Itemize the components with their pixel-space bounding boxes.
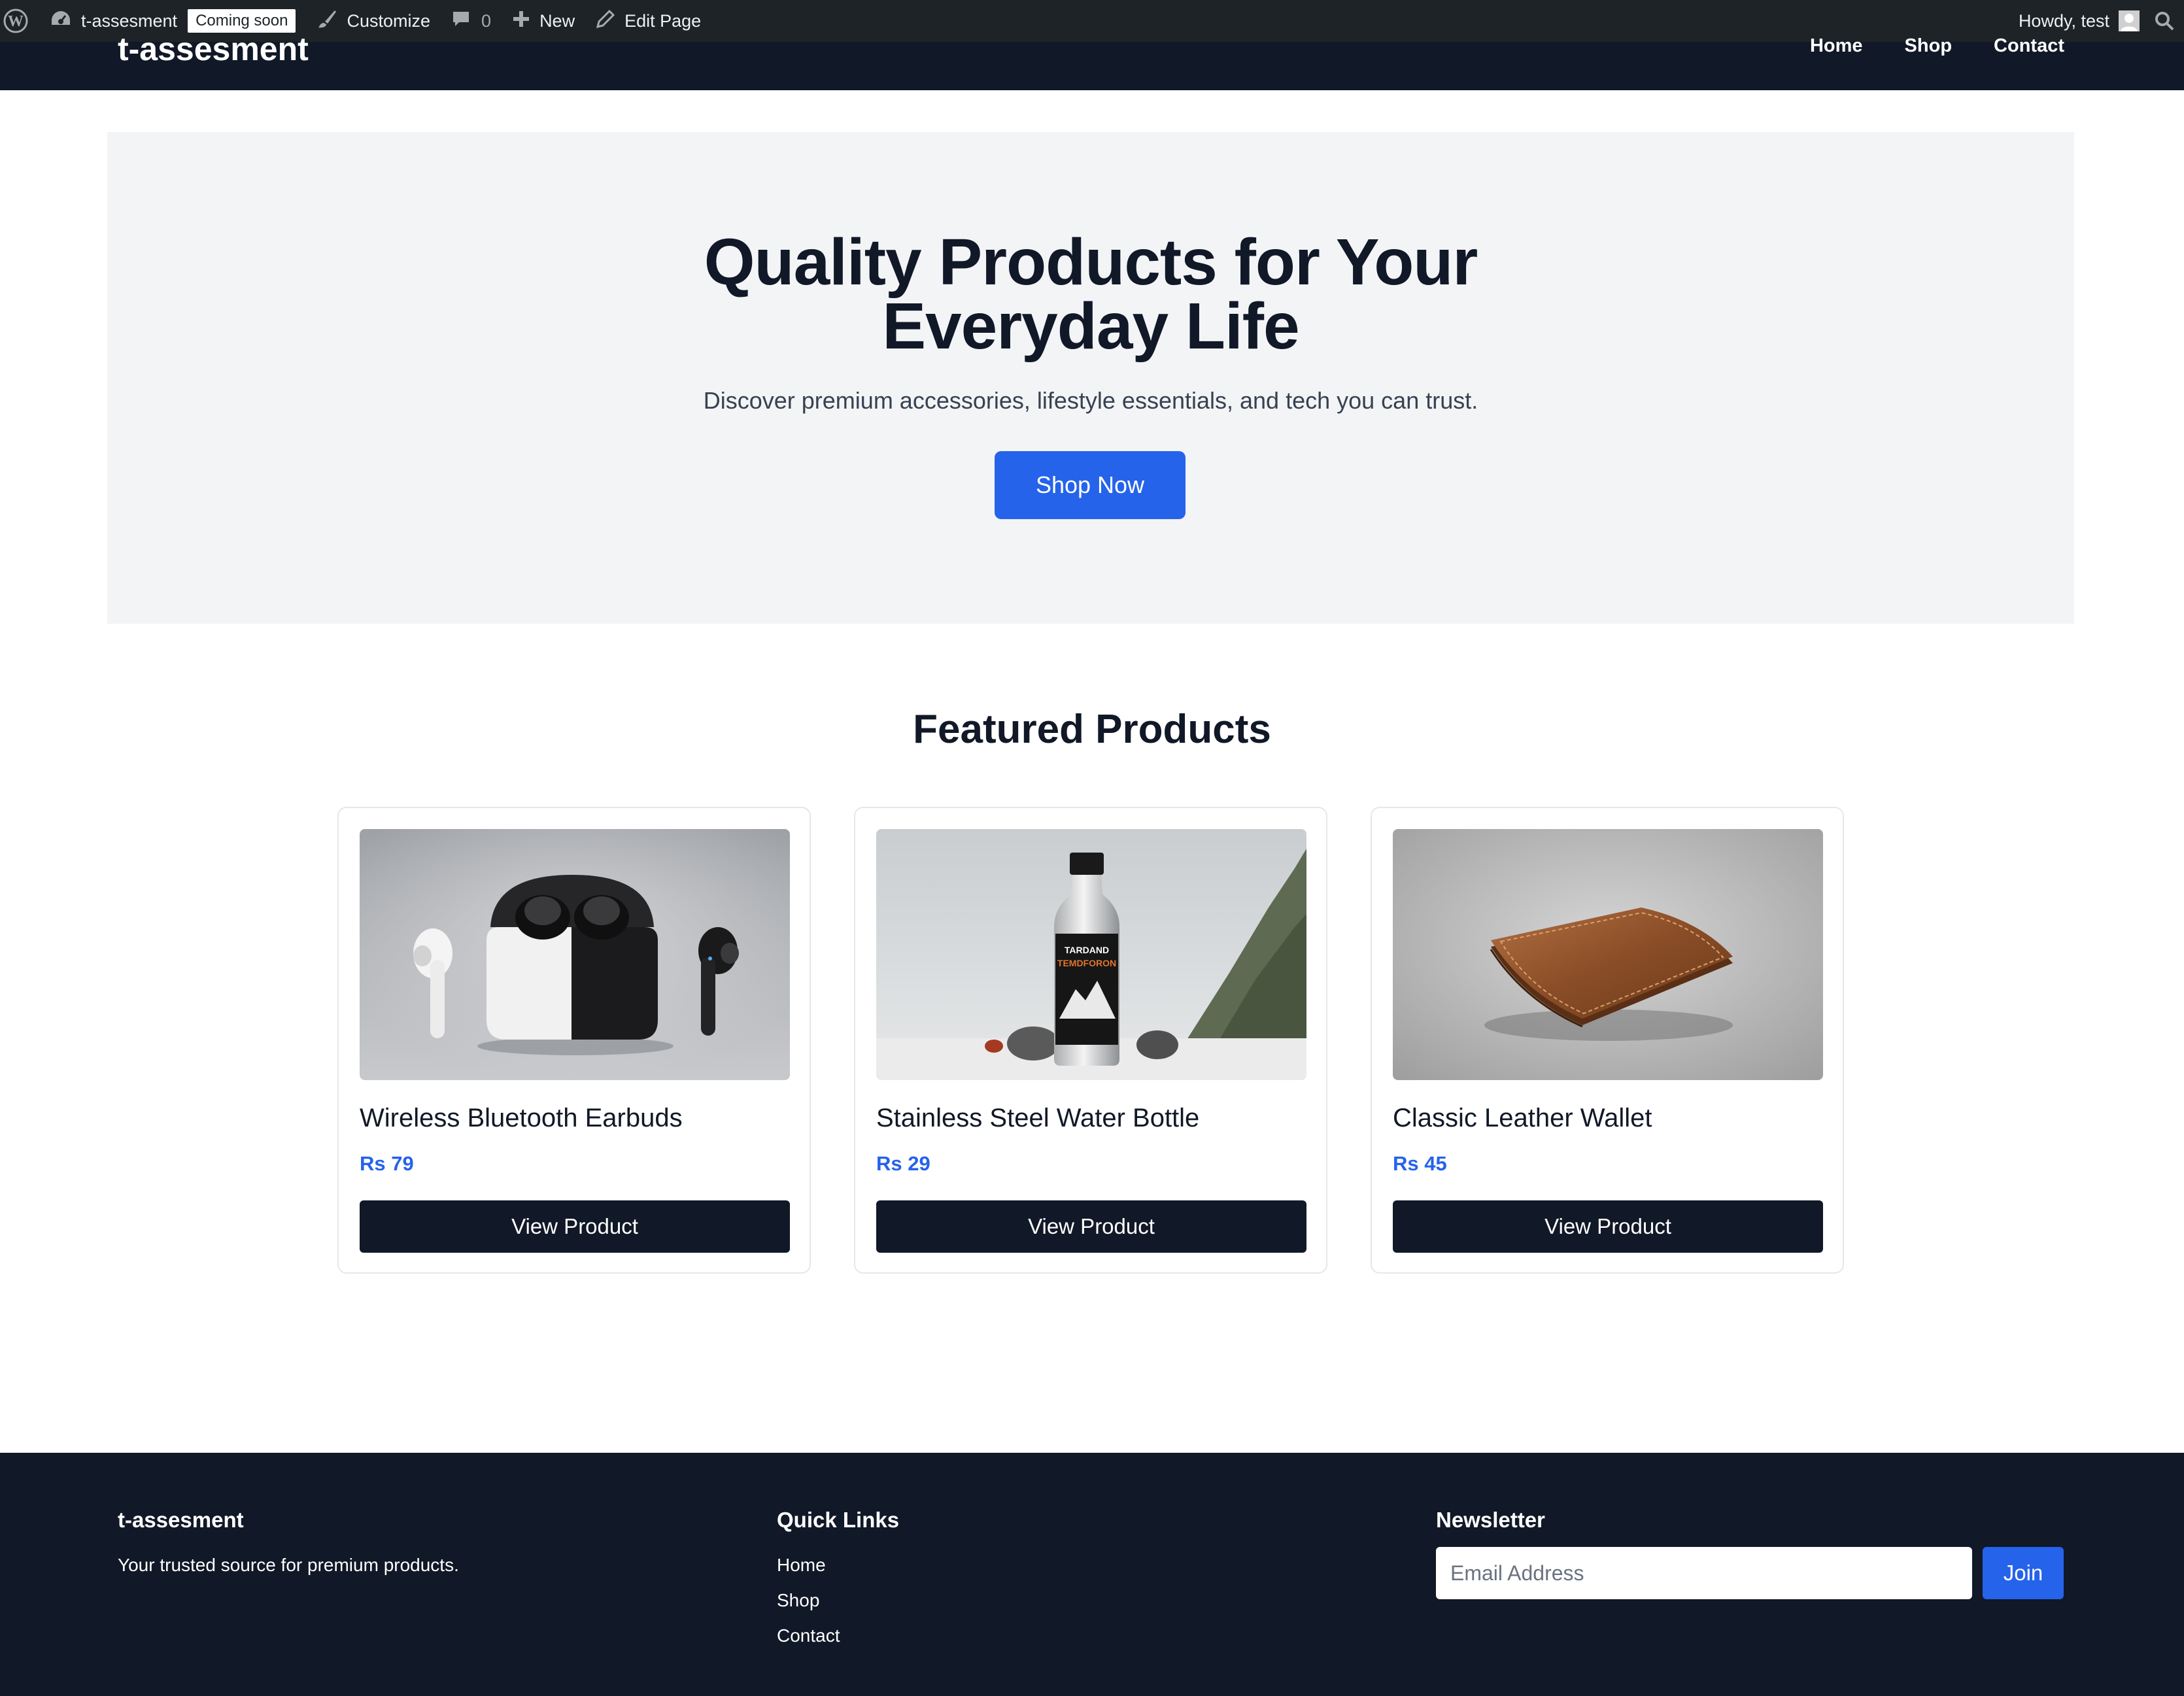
main-nav: Home Shop Contact xyxy=(1810,35,2064,57)
comments-count: 0 xyxy=(481,10,492,31)
product-price: Rs 79 xyxy=(360,1152,414,1175)
svg-text:W: W xyxy=(8,13,24,30)
product-price: Rs 45 xyxy=(1393,1152,1447,1175)
comments-link[interactable]: 0 xyxy=(441,0,502,42)
customize-link[interactable]: Customize xyxy=(306,0,441,42)
edit-page-link[interactable]: Edit Page xyxy=(585,0,711,42)
hero-subtitle: Discover premium accessories, lifestyle … xyxy=(703,387,1478,414)
leather-wallet-product-image[interactable] xyxy=(1393,829,1823,1080)
product-name[interactable]: Classic Leather Wallet xyxy=(1393,1104,1652,1133)
bottle-label-text-1: TARDAND xyxy=(1065,945,1109,955)
paintbrush-icon xyxy=(316,8,337,34)
footer-tagline: Your trusted source for premium products… xyxy=(118,1555,459,1575)
product-card: Classic Leather Wallet Rs 45 View Produc… xyxy=(1371,807,1844,1274)
earbuds-product-image[interactable] xyxy=(360,829,790,1080)
shop-now-button[interactable]: Shop Now xyxy=(995,451,1186,519)
bottle-label-text-2: TEMDFORON xyxy=(1057,958,1116,968)
avatar xyxy=(2119,10,2140,31)
edit-page-label: Edit Page xyxy=(624,10,702,31)
site-footer: t-assesment Your trusted source for prem… xyxy=(0,1453,2184,1696)
footer-about: t-assesment Your trusted source for prem… xyxy=(118,1508,459,1576)
new-content-link[interactable]: New xyxy=(502,0,585,42)
dashboard-icon xyxy=(50,9,72,33)
featured-products-title: Featured Products xyxy=(913,707,1271,752)
email-field[interactable] xyxy=(1436,1547,1972,1599)
footer-link-shop[interactable]: Shop xyxy=(777,1590,899,1611)
join-button[interactable]: Join xyxy=(1983,1547,2064,1599)
water-bottle-product-image[interactable]: TARDAND TEMDFORON xyxy=(876,829,1306,1080)
footer-link-home[interactable]: Home xyxy=(777,1555,899,1576)
new-label: New xyxy=(539,10,575,31)
hero-title: Quality Products for Your Everyday Life xyxy=(704,226,1478,363)
footer-quick-links: Quick Links Home Shop Contact xyxy=(777,1508,899,1646)
view-product-button[interactable]: View Product xyxy=(360,1200,790,1253)
view-product-button[interactable]: View Product xyxy=(1393,1200,1823,1253)
view-product-button[interactable]: View Product xyxy=(876,1200,1306,1253)
greeting-label: Howdy, test xyxy=(2018,10,2109,31)
nav-shop[interactable]: Shop xyxy=(1905,35,1953,57)
product-price: Rs 29 xyxy=(876,1152,930,1175)
plus-icon xyxy=(512,10,530,33)
site-title[interactable]: t-assesment xyxy=(118,26,309,72)
quick-links-title: Quick Links xyxy=(777,1508,900,1532)
hero-section: Quality Products for Your Everyday Life … xyxy=(107,132,2074,624)
pencil-icon xyxy=(596,9,615,33)
wordpress-logo-icon[interactable]: W xyxy=(0,0,39,42)
nav-home[interactable]: Home xyxy=(1810,35,1863,57)
newsletter-title: Newsletter xyxy=(1436,1508,1545,1532)
nav-contact[interactable]: Contact xyxy=(1994,35,2064,57)
customize-label: Customize xyxy=(347,10,431,31)
product-name[interactable]: Stainless Steel Water Bottle xyxy=(876,1104,1199,1133)
search-icon[interactable] xyxy=(2142,0,2184,42)
footer-newsletter: Newsletter Join xyxy=(1436,1508,2064,1599)
footer-brand: t-assesment xyxy=(118,1508,244,1532)
product-name[interactable]: Wireless Bluetooth Earbuds xyxy=(360,1104,683,1133)
footer-link-contact[interactable]: Contact xyxy=(777,1625,899,1646)
product-card: Wireless Bluetooth Earbuds Rs 79 View Pr… xyxy=(337,807,811,1274)
comment-bubble-icon xyxy=(451,9,471,33)
product-card: TARDAND TEMDFORON Stainless Steel Water … xyxy=(854,807,1327,1274)
